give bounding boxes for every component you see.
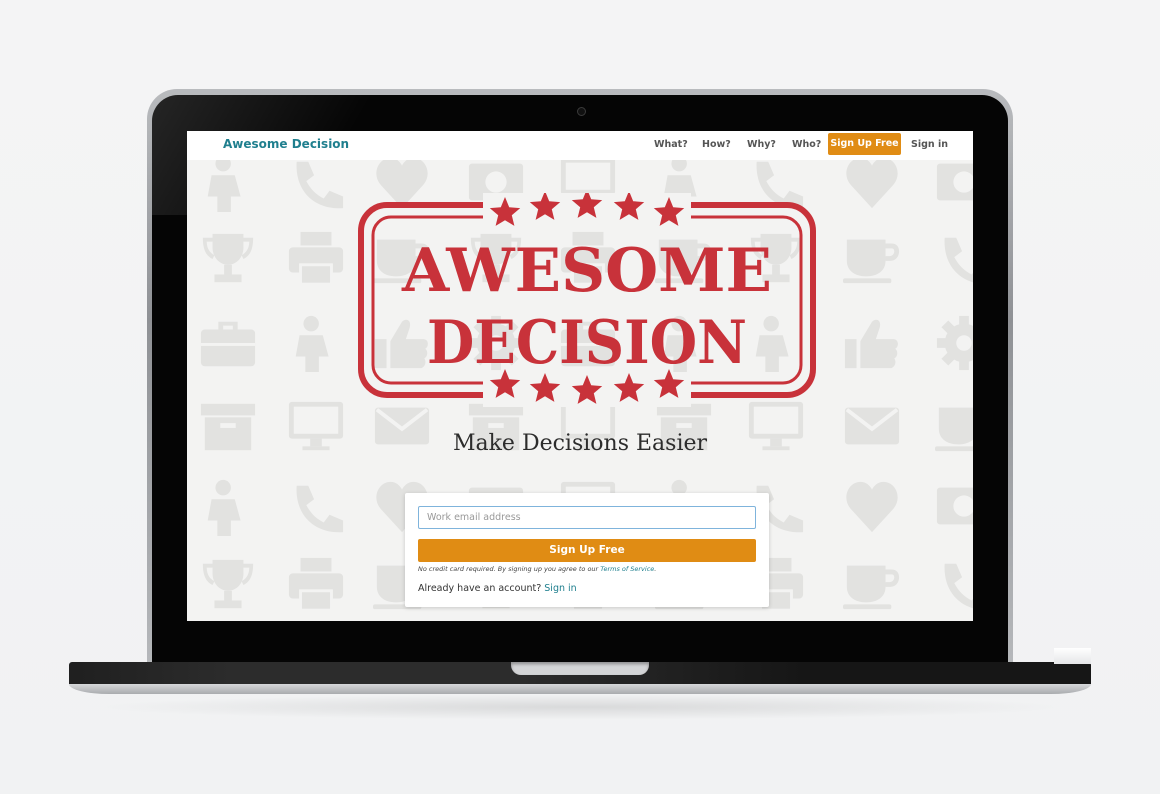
heart-icon — [843, 478, 901, 536]
fine-print-end: . — [654, 565, 657, 573]
top-nav: Awesome Decision What? How? Why? Who? Si… — [187, 131, 973, 160]
email-field[interactable] — [418, 506, 756, 529]
existing-account-prompt: Already have an account? Sign in — [418, 583, 577, 594]
trophy-icon — [199, 556, 257, 614]
person-icon — [199, 478, 257, 536]
camera-icon — [577, 107, 586, 116]
trophy-icon — [199, 230, 257, 288]
stamp-line-awesome: AWESOME — [401, 236, 772, 306]
awesome-decision-stamp-logo: AWESOME DECISION — [358, 193, 816, 407]
money-icon — [935, 478, 973, 536]
coffee-icon — [843, 556, 901, 614]
heart-icon — [843, 154, 901, 212]
signup-card: Sign Up Free No credit card required. By… — [405, 493, 769, 607]
nav-link-what[interactable]: What? — [654, 139, 688, 150]
nav-signup-button[interactable]: Sign Up Free — [828, 133, 901, 155]
thumbs-up-icon — [843, 314, 901, 372]
phone-icon — [287, 154, 345, 212]
printer-icon — [287, 230, 345, 288]
fine-print-text: No credit card required. By signing up y… — [418, 565, 601, 573]
stamp-line-decision: DECISION — [427, 308, 747, 378]
brand-logo[interactable]: Awesome Decision — [223, 137, 349, 151]
nav-signin-link[interactable]: Sign in — [911, 139, 948, 150]
terms-of-service-link[interactable]: Terms of Service — [600, 565, 654, 573]
nav-link-why[interactable]: Why? — [747, 139, 776, 150]
nav-link-who[interactable]: Who? — [792, 139, 821, 150]
person-icon — [199, 154, 257, 212]
nav-link-how[interactable]: How? — [702, 139, 731, 150]
phone-icon — [935, 230, 973, 288]
coffee-icon — [843, 230, 901, 288]
hero-tagline: Make Decisions Easier — [452, 431, 708, 456]
fine-print: No credit card required. By signing up y… — [418, 565, 656, 573]
briefcase-icon — [199, 314, 257, 372]
laptop-base-bottom — [69, 684, 1091, 694]
browser-screen: Awesome Decision What? How? Why? Who? Si… — [187, 131, 973, 621]
laptop-notch — [511, 662, 649, 675]
phone-icon — [287, 478, 345, 536]
gear-icon — [935, 314, 973, 372]
laptop-edge-highlight — [1054, 648, 1091, 664]
card-signin-link[interactable]: Sign in — [544, 583, 576, 594]
printer-icon — [287, 556, 345, 614]
person-icon — [287, 314, 345, 372]
laptop-shadow — [90, 694, 1070, 720]
phone-icon — [935, 556, 973, 614]
money-icon — [935, 154, 973, 212]
signup-button[interactable]: Sign Up Free — [418, 539, 756, 562]
existing-account-text: Already have an account? — [418, 583, 545, 594]
